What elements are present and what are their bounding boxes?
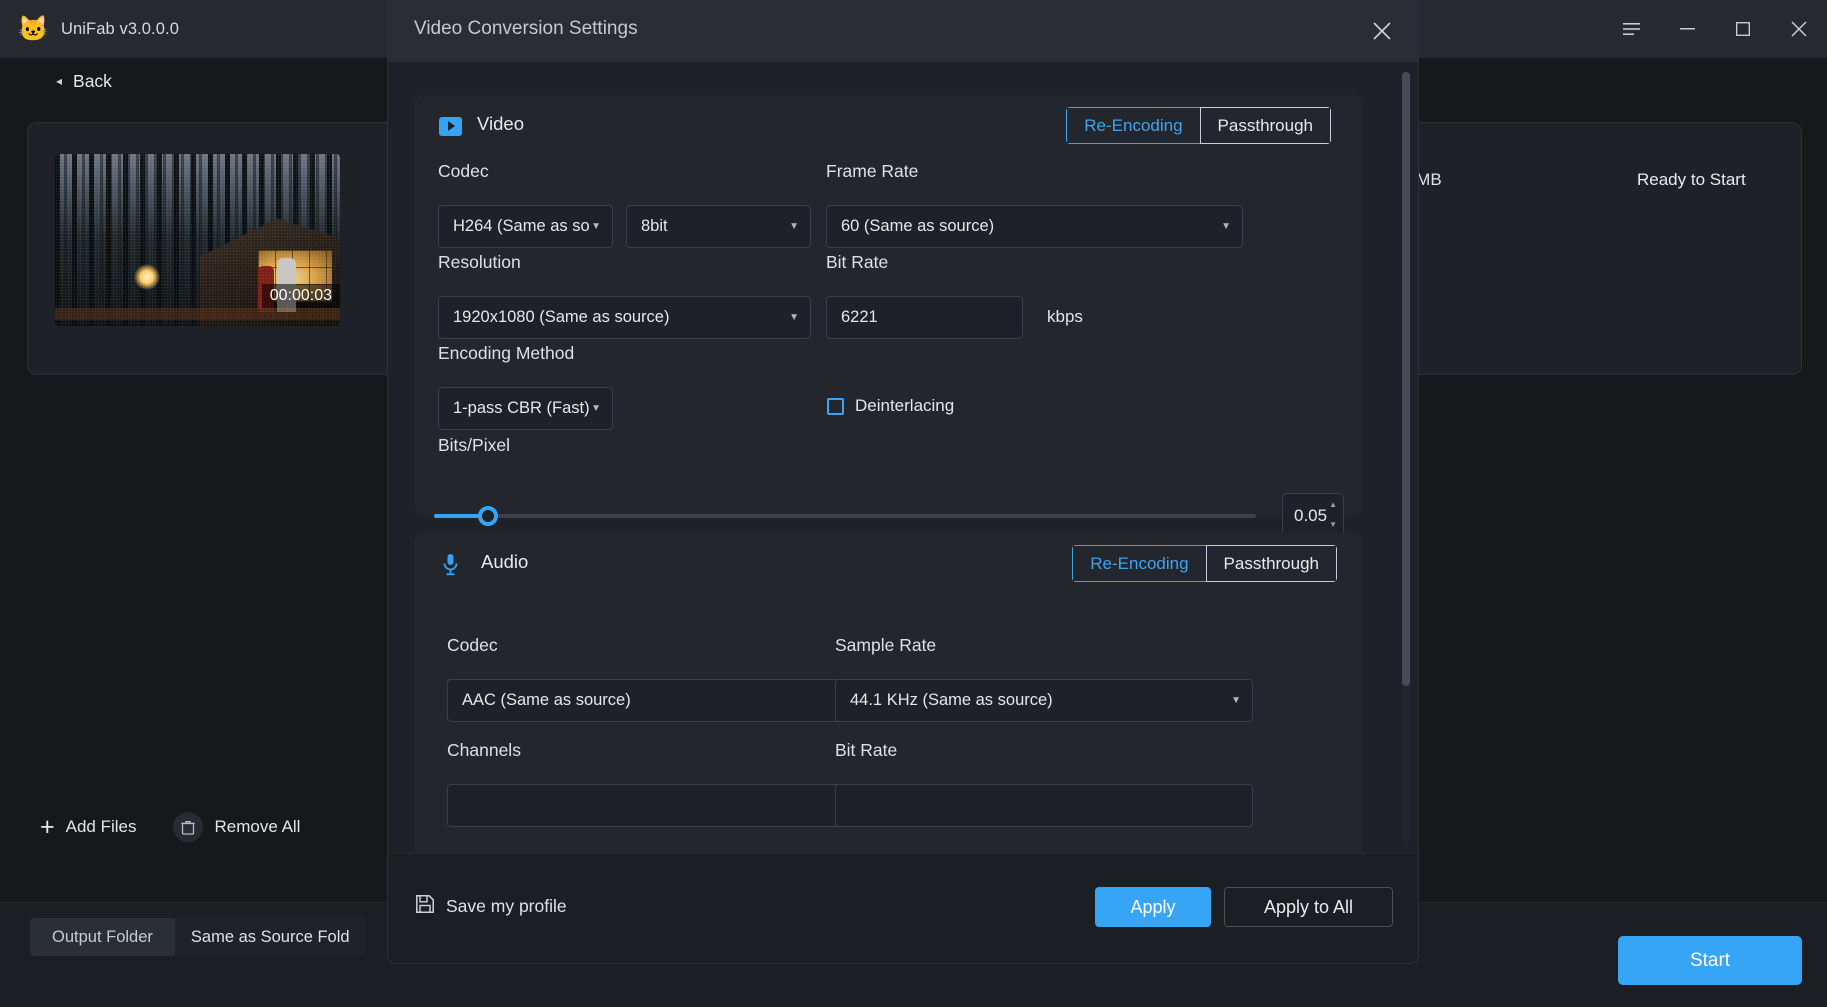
apply-to-all-button[interactable]: Apply to All [1224,887,1393,927]
plus-icon: + [40,812,55,841]
bits-per-pixel-label: Bits/Pixel [438,435,510,455]
window-controls [1603,0,1827,58]
video-resolution-select[interactable]: 1920x1080 (Same as source) ▼ [438,296,811,339]
save-my-profile-button[interactable]: Save my profile [415,894,567,919]
dialog-scrollbar[interactable] [1402,72,1410,842]
video-mode-toggle: Re-Encoding Passthrough [1066,107,1331,144]
video-framerate-select[interactable]: 60 (Same as source) ▼ [826,205,1243,248]
video-codec-value: H264 (Same as so [453,217,590,235]
chevron-down-icon[interactable]: ▼ [1329,521,1337,529]
output-folder-row: Output Folder Same as Source Fold [30,918,366,956]
hamburger-menu-icon[interactable] [1603,0,1659,58]
video-settings-card: Video Re-Encoding Passthrough Codec Fram… [415,95,1362,560]
video-encoding-method-select[interactable]: 1-pass CBR (Fast) ▼ [438,387,613,430]
back-label: Back [73,70,112,91]
stepper-arrows: ▲ ▼ [1329,501,1337,529]
trash-icon [173,812,204,842]
audio-sample-rate-select[interactable]: 44.1 KHz (Same as source) ▼ [835,679,1253,722]
video-resolution-value: 1920x1080 (Same as source) [453,308,670,326]
video-bitrate-value: 6221 [841,308,878,326]
dialog-title: Video Conversion Settings [414,18,638,39]
video-encoding-method-label: Encoding Method [438,343,575,363]
close-icon[interactable] [1771,0,1827,58]
scrollbar-thumb[interactable] [1402,72,1410,686]
video-bitdepth-value: 8bit [641,217,668,235]
file-status-text: Ready to Start [1637,170,1746,189]
output-folder-path[interactable]: Same as Source Fold [174,918,366,956]
checkbox-box-icon [827,397,844,415]
start-button[interactable]: Start [1618,936,1802,985]
video-section-header: Video Re-Encoding Passthrough [415,95,1362,157]
video-codec-select[interactable]: H264 (Same as so ▼ [438,205,613,248]
audio-channels-select[interactable] [447,784,865,827]
video-encoding-method-value: 1-pass CBR (Fast) [453,399,590,417]
video-play-icon [438,114,462,138]
cat-logo-icon: 🐱 [17,14,49,43]
video-bitdepth-select[interactable]: 8bit ▼ [626,205,811,248]
audio-channels-label: Channels [447,740,521,760]
dialog-body: Video Re-Encoding Passthrough Codec Fram… [388,62,1418,853]
video-thumbnail: 00:00:03 [55,154,340,326]
back-button[interactable]: ◂ Back [56,71,112,92]
audio-mode-reencoding[interactable]: Re-Encoding [1072,545,1206,582]
audio-section-title: Audio [481,551,529,572]
video-mode-reencoding[interactable]: Re-Encoding [1066,107,1200,144]
audio-codec-value: AAC (Same as source) [462,691,631,709]
bits-per-pixel-slider[interactable] [434,514,1256,518]
output-folder-button[interactable]: Output Folder [30,918,175,956]
maximize-icon[interactable] [1715,0,1771,58]
chevron-down-icon: ▼ [591,403,601,414]
video-bitrate-unit: kbps [1047,307,1083,326]
add-files-button[interactable]: + Add Files [40,812,137,841]
chevron-down-icon: ▼ [1231,695,1241,706]
audio-mode-toggle: Re-Encoding Passthrough [1072,545,1337,582]
audio-bitrate-label: Bit Rate [835,740,898,760]
bits-per-pixel-value: 0.05 [1294,506,1328,525]
floppy-disk-icon [415,894,435,919]
audio-settings-card: Audio Re-Encoding Passthrough Codec Samp… [415,533,1362,853]
deinterlacing-label: Deinterlacing [855,396,955,415]
app-title: UniFab v3.0.0.0 [61,19,179,38]
chevron-down-icon: ▼ [789,221,799,232]
apply-button[interactable]: Apply [1095,887,1211,927]
video-framerate-value: 60 (Same as source) [841,217,995,235]
video-mode-passthrough[interactable]: Passthrough [1199,107,1331,144]
video-framerate-label: Frame Rate [826,161,919,181]
video-duration-badge: 00:00:03 [261,284,340,308]
audio-section-header: Audio Re-Encoding Passthrough [415,533,1362,595]
minimize-icon[interactable] [1659,0,1715,58]
audio-codec-select[interactable]: AAC (Same as source) ▼ [447,679,865,722]
video-section-title: Video [477,113,524,134]
microphone-icon [438,552,462,576]
chevron-down-icon: ▼ [789,312,799,323]
file-list-actions: + Add Files Remove All [40,812,300,842]
app-window: 🐱 UniFab v3.0.0.0 ◂ Back 00:00:03 0 MB R… [0,0,1827,1007]
video-resolution-label: Resolution [438,252,521,272]
chevron-up-icon[interactable]: ▲ [1329,501,1337,509]
video-codec-label: Codec [438,161,489,181]
add-files-label: Add Files [65,817,137,836]
remove-all-label: Remove All [214,817,301,836]
dialog-close-icon[interactable] [1368,17,1396,45]
audio-sample-rate-value: 44.1 KHz (Same as source) [850,691,1053,709]
video-bitrate-input[interactable]: 6221 [826,296,1023,339]
remove-all-button[interactable]: Remove All [173,812,300,842]
audio-sample-rate-label: Sample Rate [835,635,937,655]
dialog-footer: Save my profile Apply Apply to All [388,853,1418,963]
audio-bitrate-select[interactable] [835,784,1253,827]
dialog-header: Video Conversion Settings [388,0,1418,62]
chevron-down-icon: ▼ [1221,221,1231,232]
slider-knob[interactable] [478,506,498,526]
chevron-left-icon: ◂ [56,74,63,88]
video-bitrate-label: Bit Rate [826,252,889,272]
save-my-profile-label: Save my profile [446,896,567,916]
audio-mode-passthrough[interactable]: Passthrough [1205,545,1337,582]
audio-codec-label: Codec [447,635,498,655]
video-conversion-settings-dialog: Video Conversion Settings Video Re-Encod… [388,0,1418,963]
deinterlacing-checkbox[interactable]: Deinterlacing [827,396,954,416]
chevron-down-icon: ▼ [591,221,601,232]
